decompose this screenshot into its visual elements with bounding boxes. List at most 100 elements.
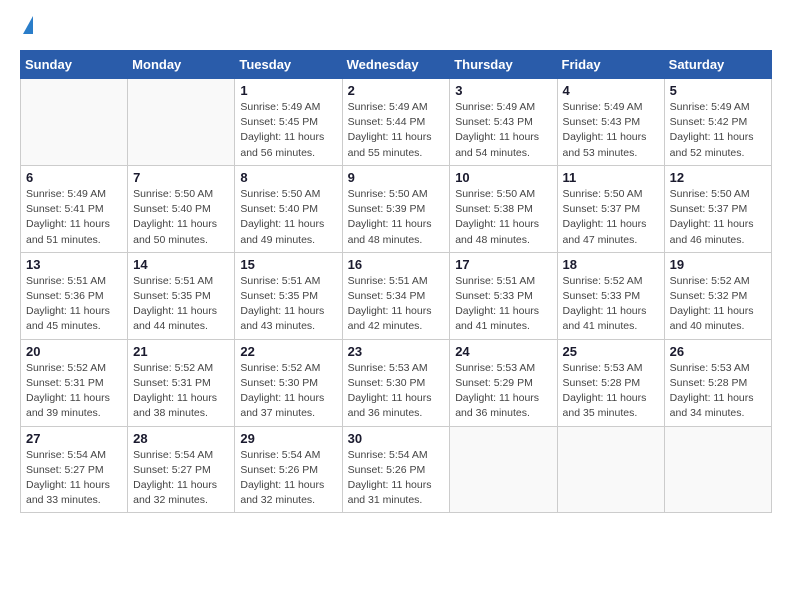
calendar-cell: 28 Sunrise: 5:54 AM Sunset: 5:27 PM Dayli… <box>128 426 235 513</box>
weekday-header-thursday: Thursday <box>450 51 557 79</box>
day-info: Sunrise: 5:50 AM Sunset: 5:39 PM Dayligh… <box>348 187 445 248</box>
calendar-cell: 20 Sunrise: 5:52 AM Sunset: 5:31 PM Dayli… <box>21 339 128 426</box>
day-info: Sunrise: 5:49 AM Sunset: 5:45 PM Dayligh… <box>240 100 336 161</box>
calendar-cell: 19 Sunrise: 5:52 AM Sunset: 5:32 PM Dayli… <box>664 252 771 339</box>
calendar-cell: 30Sunrise: 5:54 AM Sunset: 5:26 PM Dayli… <box>342 426 450 513</box>
calendar-body: 1 Sunrise: 5:49 AM Sunset: 5:45 PM Daylig… <box>21 79 772 513</box>
weekday-header-sunday: Sunday <box>21 51 128 79</box>
calendar-table: SundayMondayTuesdayWednesdayThursdayFrid… <box>20 50 772 513</box>
day-number: 5 <box>670 83 766 98</box>
calendar-cell: 15 Sunrise: 5:51 AM Sunset: 5:35 PM Dayli… <box>235 252 342 339</box>
day-number: 13 <box>26 257 122 272</box>
calendar-cell: 12 Sunrise: 5:50 AM Sunset: 5:37 PM Dayli… <box>664 165 771 252</box>
calendar-cell: 1 Sunrise: 5:49 AM Sunset: 5:45 PM Daylig… <box>235 79 342 166</box>
calendar-cell: 2Sunrise: 5:49 AM Sunset: 5:44 PM Daylig… <box>342 79 450 166</box>
day-number: 1 <box>240 83 336 98</box>
calendar-cell: 5Sunrise: 5:49 AM Sunset: 5:42 PM Daylig… <box>664 79 771 166</box>
day-info: Sunrise: 5:53 AM Sunset: 5:28 PM Dayligh… <box>563 361 659 422</box>
calendar-cell: 17Sunrise: 5:51 AM Sunset: 5:33 PM Dayli… <box>450 252 557 339</box>
calendar-cell: 16Sunrise: 5:51 AM Sunset: 5:34 PM Dayli… <box>342 252 450 339</box>
day-info: Sunrise: 5:52 AM Sunset: 5:31 PM Dayligh… <box>133 361 229 422</box>
calendar-cell <box>128 79 235 166</box>
day-info: Sunrise: 5:50 AM Sunset: 5:38 PM Dayligh… <box>455 187 551 248</box>
weekday-header-friday: Friday <box>557 51 664 79</box>
day-number: 20 <box>26 344 122 359</box>
calendar-cell: 14 Sunrise: 5:51 AM Sunset: 5:35 PM Dayli… <box>128 252 235 339</box>
day-info: Sunrise: 5:49 AM Sunset: 5:44 PM Dayligh… <box>348 100 445 161</box>
calendar-cell: 21 Sunrise: 5:52 AM Sunset: 5:31 PM Dayli… <box>128 339 235 426</box>
day-info: Sunrise: 5:49 AM Sunset: 5:41 PM Dayligh… <box>26 187 122 248</box>
calendar-cell: 8 Sunrise: 5:50 AM Sunset: 5:40 PM Daylig… <box>235 165 342 252</box>
calendar-cell: 7 Sunrise: 5:50 AM Sunset: 5:40 PM Daylig… <box>128 165 235 252</box>
calendar-cell: 13 Sunrise: 5:51 AM Sunset: 5:36 PM Dayli… <box>21 252 128 339</box>
calendar-cell: 29 Sunrise: 5:54 AM Sunset: 5:26 PM Dayli… <box>235 426 342 513</box>
calendar-cell <box>557 426 664 513</box>
logo-triangle-icon <box>23 16 33 34</box>
calendar-cell: 3 Sunrise: 5:49 AM Sunset: 5:43 PM Daylig… <box>450 79 557 166</box>
day-number: 3 <box>455 83 551 98</box>
day-info: Sunrise: 5:50 AM Sunset: 5:40 PM Dayligh… <box>240 187 336 248</box>
day-info: Sunrise: 5:53 AM Sunset: 5:29 PM Dayligh… <box>455 361 551 422</box>
day-info: Sunrise: 5:52 AM Sunset: 5:31 PM Dayligh… <box>26 361 122 422</box>
day-info: Sunrise: 5:54 AM Sunset: 5:26 PM Dayligh… <box>240 448 336 509</box>
calendar-cell: 23Sunrise: 5:53 AM Sunset: 5:30 PM Dayli… <box>342 339 450 426</box>
day-info: Sunrise: 5:51 AM Sunset: 5:35 PM Dayligh… <box>240 274 336 335</box>
day-info: Sunrise: 5:49 AM Sunset: 5:43 PM Dayligh… <box>455 100 551 161</box>
calendar-cell: 27Sunrise: 5:54 AM Sunset: 5:27 PM Dayli… <box>21 426 128 513</box>
day-number: 12 <box>670 170 766 185</box>
day-info: Sunrise: 5:51 AM Sunset: 5:33 PM Dayligh… <box>455 274 551 335</box>
calendar-cell <box>664 426 771 513</box>
calendar-week-3: 13 Sunrise: 5:51 AM Sunset: 5:36 PM Dayli… <box>21 252 772 339</box>
calendar-cell: 11Sunrise: 5:50 AM Sunset: 5:37 PM Dayli… <box>557 165 664 252</box>
day-number: 21 <box>133 344 229 359</box>
day-number: 27 <box>26 431 122 446</box>
day-number: 7 <box>133 170 229 185</box>
calendar-cell: 10 Sunrise: 5:50 AM Sunset: 5:38 PM Dayli… <box>450 165 557 252</box>
day-number: 28 <box>133 431 229 446</box>
day-number: 10 <box>455 170 551 185</box>
day-info: Sunrise: 5:50 AM Sunset: 5:37 PM Dayligh… <box>670 187 766 248</box>
day-number: 25 <box>563 344 659 359</box>
day-info: Sunrise: 5:49 AM Sunset: 5:43 PM Dayligh… <box>563 100 659 161</box>
day-info: Sunrise: 5:51 AM Sunset: 5:34 PM Dayligh… <box>348 274 445 335</box>
day-number: 6 <box>26 170 122 185</box>
day-number: 15 <box>240 257 336 272</box>
calendar-cell: 9 Sunrise: 5:50 AM Sunset: 5:39 PM Daylig… <box>342 165 450 252</box>
day-number: 22 <box>240 344 336 359</box>
calendar-cell: 22Sunrise: 5:52 AM Sunset: 5:30 PM Dayli… <box>235 339 342 426</box>
day-number: 30 <box>348 431 445 446</box>
day-number: 29 <box>240 431 336 446</box>
calendar-cell: 26 Sunrise: 5:53 AM Sunset: 5:28 PM Dayli… <box>664 339 771 426</box>
calendar-cell <box>450 426 557 513</box>
calendar-week-1: 1 Sunrise: 5:49 AM Sunset: 5:45 PM Daylig… <box>21 79 772 166</box>
weekday-header-monday: Monday <box>128 51 235 79</box>
day-info: Sunrise: 5:53 AM Sunset: 5:30 PM Dayligh… <box>348 361 445 422</box>
day-number: 11 <box>563 170 659 185</box>
day-number: 19 <box>670 257 766 272</box>
day-number: 26 <box>670 344 766 359</box>
day-info: Sunrise: 5:50 AM Sunset: 5:40 PM Dayligh… <box>133 187 229 248</box>
day-number: 8 <box>240 170 336 185</box>
day-info: Sunrise: 5:52 AM Sunset: 5:32 PM Dayligh… <box>670 274 766 335</box>
day-number: 9 <box>348 170 445 185</box>
calendar-cell: 4Sunrise: 5:49 AM Sunset: 5:43 PM Daylig… <box>557 79 664 166</box>
day-number: 14 <box>133 257 229 272</box>
weekday-header-wednesday: Wednesday <box>342 51 450 79</box>
day-info: Sunrise: 5:52 AM Sunset: 5:33 PM Dayligh… <box>563 274 659 335</box>
day-info: Sunrise: 5:51 AM Sunset: 5:35 PM Dayligh… <box>133 274 229 335</box>
day-number: 24 <box>455 344 551 359</box>
calendar-week-2: 6 Sunrise: 5:49 AM Sunset: 5:41 PM Daylig… <box>21 165 772 252</box>
calendar-week-5: 27 Sunrise: 5:54 AM Sunset: 5:27 PM Dayli… <box>21 426 772 513</box>
calendar-cell <box>21 79 128 166</box>
calendar-cell: 18Sunrise: 5:52 AM Sunset: 5:33 PM Dayli… <box>557 252 664 339</box>
weekday-header-saturday: Saturday <box>664 51 771 79</box>
day-info: Sunrise: 5:54 AM Sunset: 5:27 PM Dayligh… <box>133 448 229 509</box>
header <box>20 20 772 34</box>
calendar-cell: 6 Sunrise: 5:49 AM Sunset: 5:41 PM Daylig… <box>21 165 128 252</box>
logo <box>20 20 33 34</box>
weekday-header-tuesday: Tuesday <box>235 51 342 79</box>
day-info: Sunrise: 5:53 AM Sunset: 5:28 PM Dayligh… <box>670 361 766 422</box>
calendar-header: SundayMondayTuesdayWednesdayThursdayFrid… <box>21 51 772 79</box>
calendar-week-4: 20 Sunrise: 5:52 AM Sunset: 5:31 PM Dayli… <box>21 339 772 426</box>
day-info: Sunrise: 5:51 AM Sunset: 5:36 PM Dayligh… <box>26 274 122 335</box>
